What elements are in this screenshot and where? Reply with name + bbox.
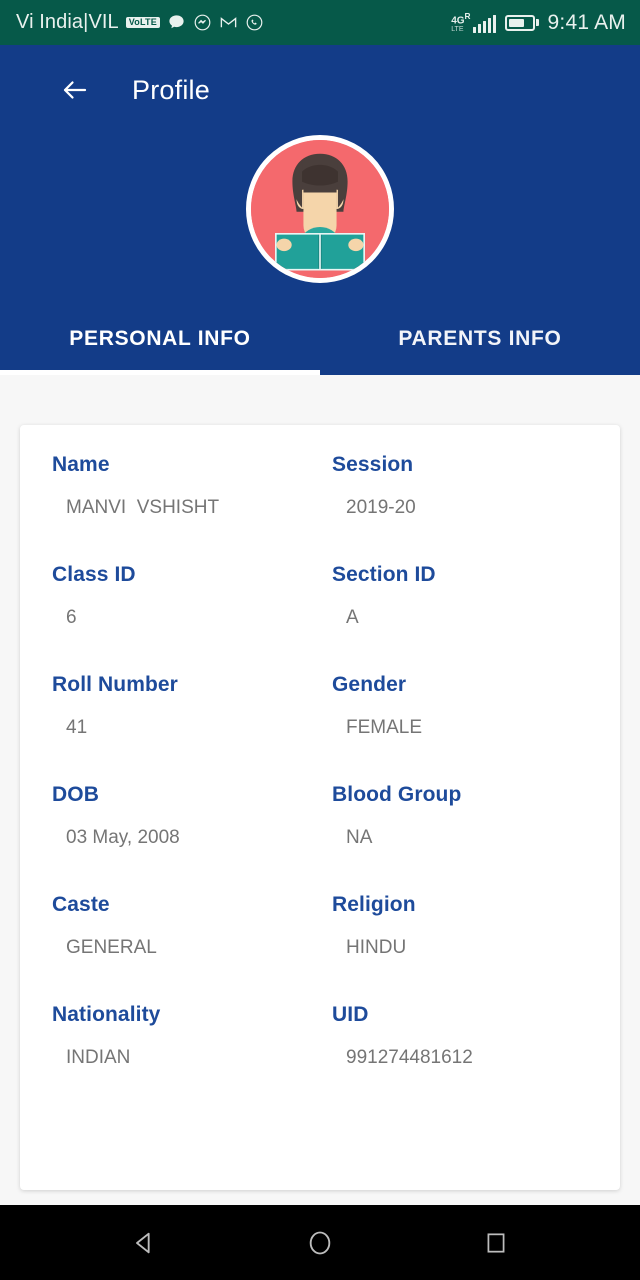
field-label: Gender bbox=[332, 673, 407, 696]
info-row: Roll Number 41 Gender FEMALE bbox=[20, 673, 620, 739]
field-label: Roll Number bbox=[52, 673, 178, 696]
field-value: 41 bbox=[66, 717, 88, 738]
network-indicator: 4GR LTE bbox=[451, 10, 496, 34]
field-value: INDIAN bbox=[66, 1047, 131, 1068]
info-row: Nationality INDIAN UID 991274481612 bbox=[20, 1003, 620, 1069]
field-label: Religion bbox=[332, 893, 416, 916]
android-navigation-bar bbox=[0, 1205, 640, 1280]
field-value: HINDU bbox=[346, 937, 407, 958]
field-blood-group: Blood Group NA bbox=[332, 783, 612, 849]
field-value: 2019-20 bbox=[346, 497, 416, 518]
personal-info-card: Name MANVI VSHISHT Session 2019-20 Class… bbox=[20, 425, 620, 1190]
field-roll-number: Roll Number 41 bbox=[52, 673, 332, 739]
field-label: UID bbox=[332, 1003, 369, 1026]
tab-parents-info[interactable]: PARENTS INFO bbox=[320, 303, 640, 375]
field-label: Name bbox=[52, 453, 110, 476]
page-title: Profile bbox=[132, 74, 210, 105]
info-row: Caste GENERAL Religion HINDU bbox=[20, 893, 620, 959]
field-value: A bbox=[346, 607, 359, 628]
field-label: Blood Group bbox=[332, 783, 462, 806]
field-value: 991274481612 bbox=[346, 1047, 473, 1068]
field-label: DOB bbox=[52, 783, 99, 806]
field-value: 03 May, 2008 bbox=[66, 827, 180, 848]
nav-back-icon[interactable] bbox=[121, 1220, 167, 1266]
avatar[interactable] bbox=[246, 135, 394, 283]
gmail-icon bbox=[219, 13, 238, 32]
status-bar: Vi India|VIL VoLTE 4GR LTE 9:41 AM bbox=[0, 0, 640, 45]
tab-personal-info[interactable]: PERSONAL INFO bbox=[0, 303, 320, 375]
field-caste: Caste GENERAL bbox=[52, 893, 332, 959]
signal-bars-icon bbox=[472, 15, 496, 34]
roaming-label: R bbox=[464, 10, 471, 21]
status-bar-right: 4GR LTE 9:41 AM bbox=[451, 11, 626, 35]
field-gender: Gender FEMALE bbox=[332, 673, 612, 739]
network-sub-label: LTE bbox=[451, 26, 464, 34]
info-row: Name MANVI VSHISHT Session 2019-20 bbox=[20, 453, 620, 519]
app-screen: Vi India|VIL VoLTE 4GR LTE 9:41 AM Profi… bbox=[0, 0, 640, 1280]
nav-home-icon[interactable] bbox=[297, 1220, 343, 1266]
carrier-label: Vi India|VIL bbox=[16, 11, 119, 33]
avatar-container bbox=[0, 135, 640, 303]
info-row: Class ID 6 Section ID A bbox=[20, 563, 620, 629]
whatsapp-icon bbox=[245, 13, 264, 32]
battery-icon bbox=[504, 14, 539, 31]
tab-parents-info-label: PARENTS INFO bbox=[398, 327, 562, 350]
tab-active-indicator bbox=[0, 370, 320, 375]
field-uid: UID 991274481612 bbox=[332, 1003, 612, 1069]
field-religion: Religion HINDU bbox=[332, 893, 612, 959]
tab-personal-info-label: PERSONAL INFO bbox=[69, 327, 251, 350]
info-row: DOB 03 May, 2008 Blood Group NA bbox=[20, 783, 620, 849]
app-bar: Profile bbox=[0, 45, 640, 135]
field-name: Name MANVI VSHISHT bbox=[52, 453, 332, 519]
tab-bar: PERSONAL INFO PARENTS INFO bbox=[0, 303, 640, 375]
field-value: MANVI VSHISHT bbox=[66, 497, 220, 518]
field-class-id: Class ID 6 bbox=[52, 563, 332, 629]
field-label: Session bbox=[332, 453, 414, 476]
network-type-label: 4G bbox=[451, 15, 465, 27]
field-label: Class ID bbox=[52, 563, 136, 586]
field-section-id: Section ID A bbox=[332, 563, 612, 629]
field-value: 6 bbox=[66, 607, 77, 628]
chat-bubble-icon bbox=[167, 13, 186, 32]
field-label: Caste bbox=[52, 893, 110, 916]
field-value: NA bbox=[346, 827, 373, 848]
field-value: FEMALE bbox=[346, 717, 423, 738]
volte-badge: VoLTE bbox=[125, 16, 160, 29]
status-bar-clock: 9:41 AM bbox=[547, 10, 626, 34]
nav-recents-icon[interactable] bbox=[473, 1220, 519, 1266]
field-label: Nationality bbox=[52, 1003, 161, 1026]
app-header: Profile PERSONAL INFO PARENTS INFO bbox=[0, 45, 640, 375]
status-bar-left: Vi India|VIL VoLTE bbox=[16, 11, 264, 34]
field-session: Session 2019-20 bbox=[332, 453, 612, 519]
field-nationality: Nationality INDIAN bbox=[52, 1003, 332, 1069]
content-area: Name MANVI VSHISHT Session 2019-20 Class… bbox=[0, 405, 640, 1205]
field-dob: DOB 03 May, 2008 bbox=[52, 783, 332, 849]
field-value: GENERAL bbox=[66, 937, 157, 958]
messenger-icon bbox=[193, 13, 212, 32]
back-arrow-icon[interactable] bbox=[58, 73, 92, 107]
field-label: Section ID bbox=[332, 563, 436, 586]
